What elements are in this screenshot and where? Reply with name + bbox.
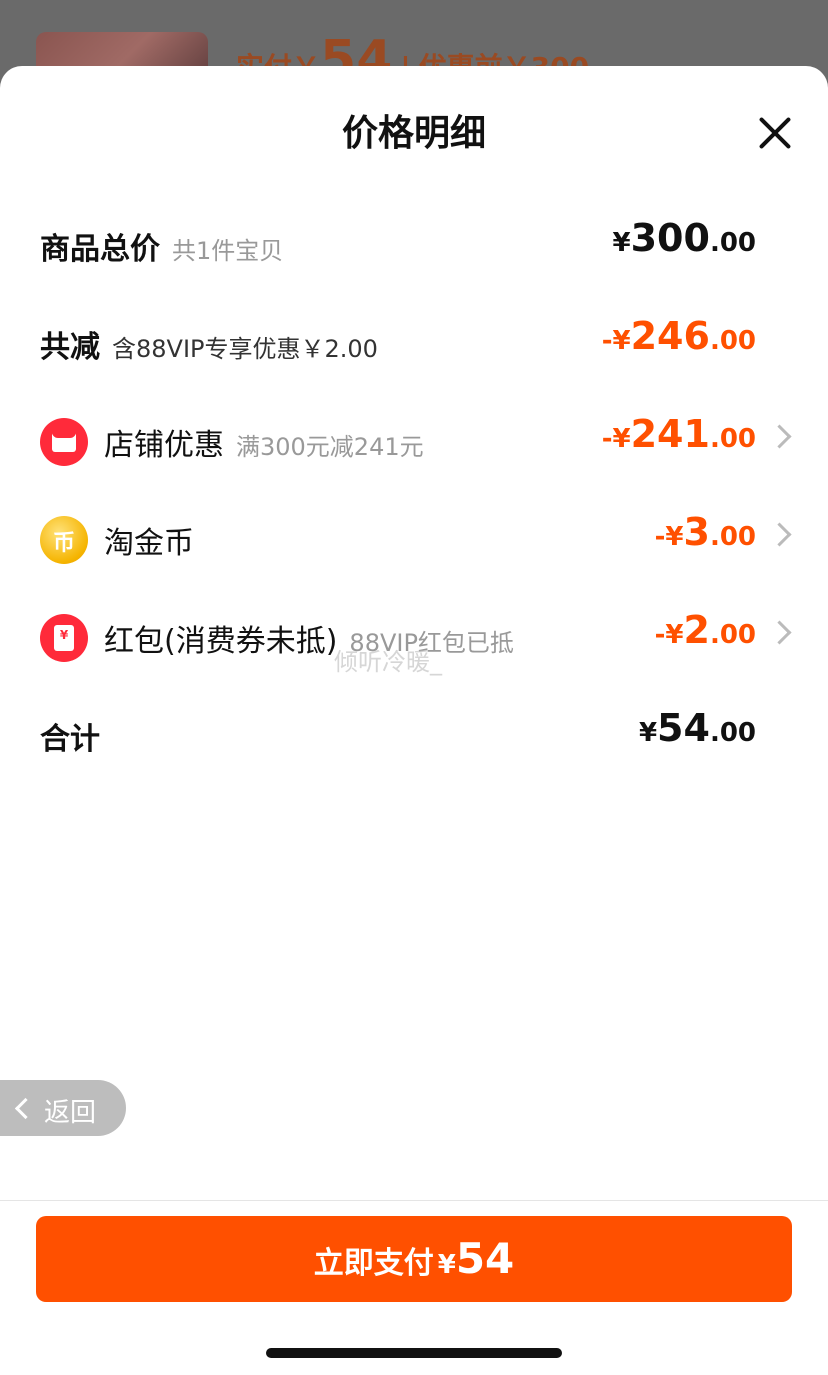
pay-amount: 54 — [455, 1234, 515, 1283]
row-store-discount[interactable]: 店铺优惠 满300元减241元 -¥241.00 — [40, 412, 796, 472]
chevron-right-icon[interactable] — [767, 424, 792, 449]
product-thumbnail — [36, 32, 208, 70]
row-sum: 合计 ¥54.00 — [40, 706, 796, 766]
chevron-right-icon[interactable] — [767, 522, 792, 547]
taojinbi-label: 淘金币 — [104, 526, 194, 561]
total-discount-amount: -¥246.00 — [601, 314, 756, 358]
paid-value: 54 — [320, 30, 393, 70]
red-packet-label: 红包(消费券未抵) — [104, 624, 338, 659]
home-indicator — [266, 1348, 562, 1358]
store-icon — [40, 418, 88, 466]
red-packet-icon: ¥ — [40, 614, 88, 662]
chevron-left-icon — [14, 1097, 37, 1120]
total-price-label: 商品总价 — [40, 232, 160, 267]
gold-coin-icon: 币 — [40, 516, 88, 564]
watermark: 倾听冷暖_ — [334, 648, 442, 676]
sum-label: 合计 — [40, 722, 100, 757]
row-taojinbi[interactable]: 币 淘金币 -¥3.00 — [40, 510, 796, 570]
back-button[interactable]: 返回 — [0, 1080, 126, 1136]
taojinbi-amount: -¥3.00 — [654, 510, 756, 554]
sum-amount: ¥54.00 — [638, 706, 756, 750]
pay-currency: ¥ — [437, 1250, 456, 1280]
chevron-right-icon[interactable] — [767, 620, 792, 645]
pay-now-label: 立即支付 — [313, 1246, 434, 1281]
item-count: 共1件宝贝 — [172, 237, 284, 265]
total-price-amount: ¥300.00 — [612, 216, 756, 260]
pay-now-button[interactable]: 立即支付 ¥54 — [36, 1216, 792, 1302]
store-discount-rule: 满300元减241元 — [236, 433, 424, 461]
store-discount-label: 店铺优惠 — [104, 428, 224, 463]
back-label: 返回 — [44, 1098, 97, 1128]
close-icon[interactable] — [752, 110, 798, 156]
background-price: 实付￥54 | 优惠前￥300 — [236, 30, 589, 70]
store-discount-amount: -¥241.00 — [601, 412, 756, 456]
vip-discount-note: 含88VIP专享优惠￥2.00 — [112, 335, 378, 363]
background-order-strip: 实付￥54 | 优惠前￥300 — [0, 0, 828, 70]
row-total-price: 商品总价 共1件宝贝 ¥300.00 — [40, 216, 796, 276]
price-detail-sheet: 价格明细 商品总价 共1件宝贝 ¥300.00 共减 含88VIP专享优惠￥2.00… — [0, 66, 828, 1375]
row-total-discount: 共减 含88VIP专享优惠￥2.00 -¥246.00 — [40, 314, 796, 374]
total-discount-label: 共减 — [40, 330, 100, 365]
divider — [0, 1200, 828, 1201]
red-packet-amount: -¥2.00 — [654, 608, 756, 652]
sheet-title: 价格明细 — [341, 113, 486, 154]
